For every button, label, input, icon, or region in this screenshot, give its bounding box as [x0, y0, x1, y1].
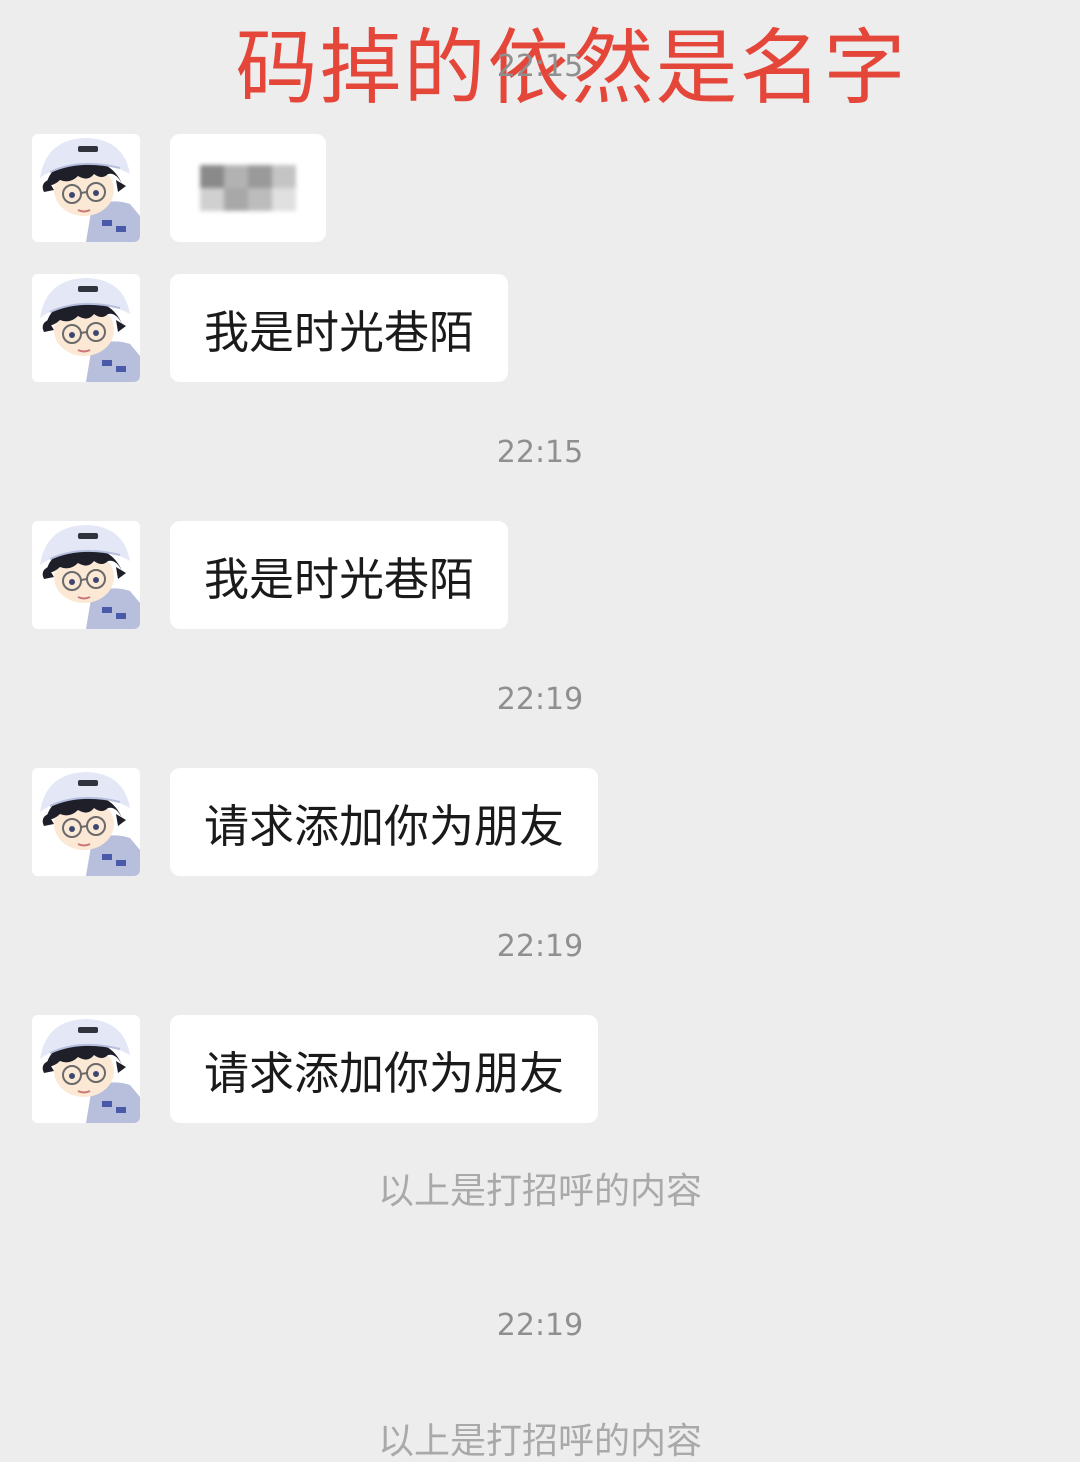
user-avatar-icon — [32, 768, 140, 876]
user-avatar-icon — [32, 1015, 140, 1123]
message-bubble[interactable]: 我是时光巷陌 — [170, 274, 509, 382]
timestamp: 22:19 — [496, 929, 584, 964]
avatar[interactable] — [32, 521, 140, 629]
avatar[interactable] — [32, 274, 140, 382]
timestamp: 22:15 — [496, 49, 584, 84]
timestamp: 22:19 — [496, 682, 584, 717]
user-avatar-icon — [32, 274, 140, 382]
timestamp: 22:15 — [496, 435, 584, 470]
redacted-name-mosaic — [200, 165, 296, 211]
system-notice: 以上是打招呼的内容 — [377, 1421, 702, 1462]
avatar[interactable] — [32, 1015, 140, 1123]
user-avatar-icon — [32, 521, 140, 629]
timestamp: 22:19 — [496, 1308, 584, 1343]
message-bubble[interactable]: 我是时光巷陌 — [170, 521, 509, 629]
message-bubble[interactable]: 请求添加你为朋友 — [170, 768, 599, 876]
user-avatar-icon — [32, 134, 140, 242]
avatar[interactable] — [32, 768, 140, 876]
avatar[interactable] — [32, 134, 140, 242]
message-bubble[interactable]: 请求添加你为朋友 — [170, 1015, 599, 1123]
system-notice: 以上是打招呼的内容 — [377, 1171, 702, 1212]
message-bubble-blurred[interactable] — [170, 134, 326, 242]
